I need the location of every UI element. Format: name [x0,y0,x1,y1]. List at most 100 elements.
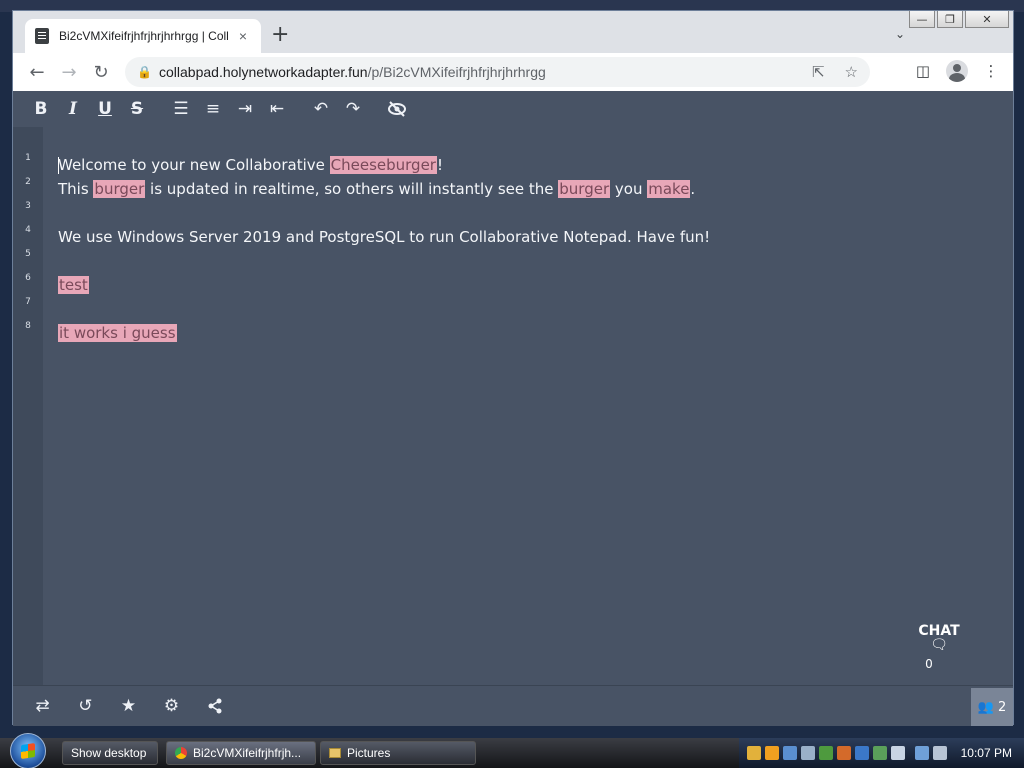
system-tray: 10:07 PM [738,738,1024,768]
outdent-icon[interactable]: ⇤ [261,94,293,124]
profile-button[interactable] [945,56,969,86]
users-button[interactable]: 👥 2 [971,688,1013,726]
taskbar-window-pictures[interactable]: Pictures [320,741,476,765]
line-text: ! [436,156,443,174]
chrome-icon [175,747,187,759]
volume-icon[interactable] [932,746,947,760]
author-highlight: make [647,180,691,198]
editor-line-6[interactable]: test [58,273,89,297]
tray-app-icon[interactable] [800,746,815,760]
line-number: 5 [25,249,31,259]
author-highlight: it works i guess [58,324,177,342]
show-desktop-label: Show desktop [71,746,147,760]
bottom-toolbar: ⇄ ↺ ★ ⚙ 👥 2 [13,685,1013,726]
strikethrough-button[interactable]: S [121,94,153,124]
chat-unread-count: 0 [925,657,933,671]
line-number: 1 [25,153,31,163]
unordered-list-icon[interactable]: ≡ [197,94,229,124]
forward-button[interactable]: → [53,56,85,88]
settings-gear-icon[interactable]: ⚙ [150,690,193,722]
editor-toolbar: B I U S ☰ ≡ ⇥ ⇤ ↶ ↷ [13,91,1013,127]
tab-title: Bi2cVMXifeifrjhfrjhrjhrhrgg | Coll [59,29,229,43]
user-count: 2 [997,699,1007,715]
window-controls: — ❐ ✕ [909,11,1009,28]
lock-icon[interactable]: 🔒 [137,65,152,79]
start-button[interactable] [10,733,46,768]
line-text: This [58,180,94,198]
line-number: 8 [25,321,31,331]
restore-button[interactable]: ❐ [937,11,963,28]
tab-search-chevron-icon[interactable]: ⌄ [895,27,905,41]
editor-line-4[interactable]: We use Windows Server 2019 and PostgreSQ… [58,225,710,249]
line-text: Welcome to your new Collaborative [58,156,330,174]
editor-line-2[interactable]: This burger is updated in realtime, so o… [58,177,695,201]
collab-notepad-app: B I U S ☰ ≡ ⇥ ⇤ ↶ ↷ 1 2 3 4 5 6 7 8 Welc… [13,91,1013,726]
taskbar-window-label: Bi2cVMXifeifrjhfrjh... [193,746,302,760]
share-icon[interactable]: ⇱ [812,63,825,81]
editor-line-8[interactable]: it works i guess [58,321,177,345]
users-group-icon: 👥 [977,699,994,715]
tray-app-icon[interactable] [890,746,905,760]
share-embed-icon[interactable] [193,690,236,722]
show-desktop-button[interactable]: Show desktop [62,741,158,765]
avatar-icon [946,60,968,82]
folder-icon [329,748,341,758]
side-panel-icon[interactable]: ◫ [911,56,935,86]
tray-search-icon[interactable] [764,746,779,760]
saved-revision-star-icon[interactable]: ★ [107,690,150,722]
menu-kebab-icon[interactable]: ⋮ [979,56,1003,86]
tab-active[interactable]: Bi2cVMXifeifrjhfrjhrjhrhrgg | Coll × [25,19,261,53]
italic-button[interactable]: I [57,94,89,124]
address-bar-row: ← → ↻ 🔒 collabpad.holynetworkadapter.fun… [13,53,1013,91]
windows-taskbar: Show desktop Bi2cVMXifeifrjhfrjh... Pict… [0,733,1024,768]
author-highlight: burger [93,180,146,198]
line-number: 4 [25,225,31,235]
tray-app-icon[interactable] [818,746,833,760]
tray-app-icon[interactable] [836,746,851,760]
chat-bubbles-icon: 🗨 [930,637,948,653]
notepad-favicon-icon [35,28,49,44]
url-path: /p/Bi2cVMXifeifrjhfrjhrjhrhrgg [367,64,546,80]
tray-network-icon[interactable] [782,746,797,760]
browser-window: Bi2cVMXifeifrjhfrjhrjhrhrgg | Coll × + ⌄… [12,10,1014,726]
tray-app-icon[interactable] [854,746,869,760]
author-highlight: test [58,276,89,294]
line-number: 3 [25,201,31,211]
timeslider-history-icon[interactable]: ↺ [64,690,107,722]
close-window-button[interactable]: ✕ [965,11,1009,28]
minimize-button[interactable]: — [909,11,935,28]
bookmark-star-icon[interactable]: ☆ [845,63,858,81]
back-button[interactable]: ← [21,56,53,88]
text-editor[interactable]: Welcome to your new Collaborative Cheese… [58,127,1008,685]
clock[interactable]: 10:07 PM [961,746,1012,760]
indent-icon[interactable]: ⇥ [229,94,261,124]
tray-app-icon[interactable] [746,746,761,760]
line-number: 7 [25,297,31,307]
author-highlight: Cheeseburger [329,156,437,174]
line-text: you [610,180,648,198]
monitor-network-icon[interactable] [914,746,929,760]
import-export-icon[interactable]: ⇄ [21,690,64,722]
line-text: is updated in realtime, so others will i… [145,180,559,198]
tab-strip: Bi2cVMXifeifrjhfrjhrjhrhrgg | Coll × + ⌄ [13,11,1013,53]
hide-authorship-eye-slash-icon[interactable] [381,94,413,124]
undo-button[interactable]: ↶ [305,94,337,124]
tab-close-icon[interactable]: × [235,28,251,44]
url-bar[interactable]: 🔒 collabpad.holynetworkadapter.fun/p/Bi2… [125,57,870,87]
line-number: 2 [25,177,31,187]
bold-button[interactable]: B [25,94,57,124]
editor-line-1[interactable]: Welcome to your new Collaborative Cheese… [58,153,443,177]
new-tab-button[interactable]: + [271,24,289,46]
url-host: collabpad.holynetworkadapter.fun [159,64,368,80]
redo-button[interactable]: ↷ [337,94,369,124]
underline-button[interactable]: U [89,94,121,124]
line-number: 6 [25,273,31,283]
tray-app-icon[interactable] [872,746,887,760]
chat-button[interactable]: CHAT 🗨 0 [911,623,967,693]
author-highlight: burger [558,180,611,198]
reload-button[interactable]: ↻ [85,56,117,88]
taskbar-window-label: Pictures [347,746,391,760]
taskbar-window-chrome[interactable]: Bi2cVMXifeifrjhfrjh... [166,741,316,765]
ordered-list-icon[interactable]: ☰ [165,94,197,124]
line-number-gutter: 1 2 3 4 5 6 7 8 [13,127,43,685]
